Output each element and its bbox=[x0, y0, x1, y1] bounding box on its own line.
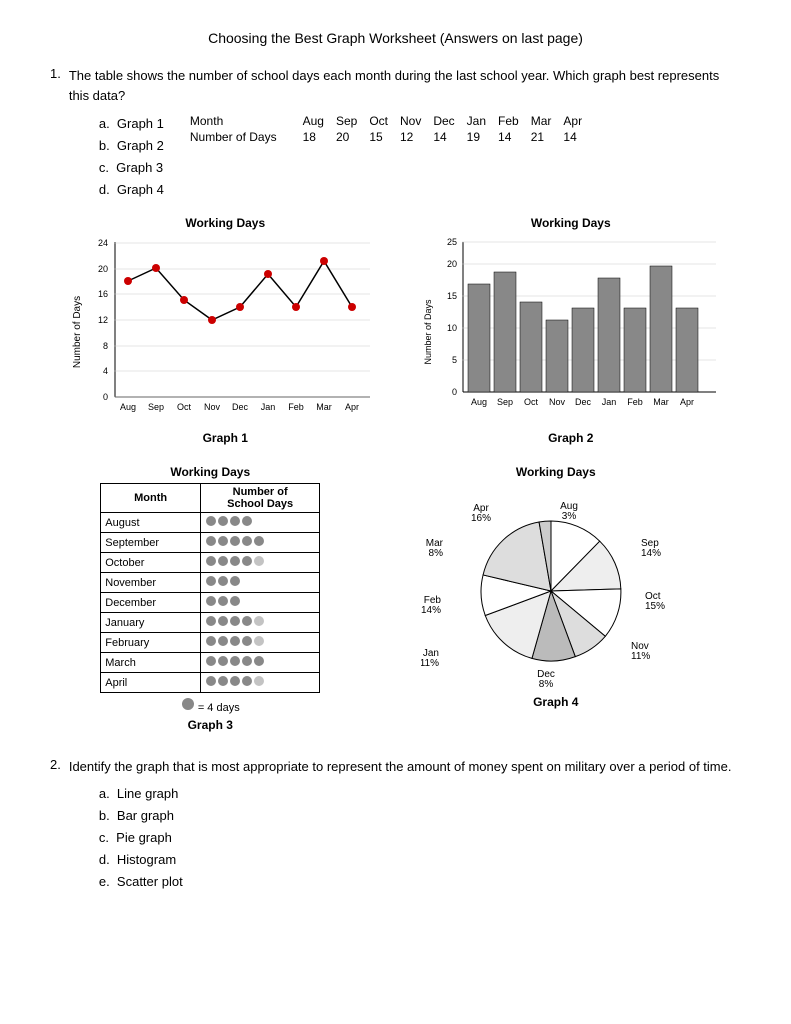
q1-options: a. Graph 1 b. Graph 2 c. Graph 3 d. Grap… bbox=[69, 113, 164, 201]
q1-option-b: b. Graph 2 bbox=[99, 135, 164, 157]
svg-text:12: 12 bbox=[98, 315, 108, 325]
q1-option-a: a. Graph 1 bbox=[99, 113, 164, 135]
svg-text:10: 10 bbox=[447, 323, 457, 333]
svg-text:15: 15 bbox=[447, 291, 457, 301]
svg-text:8%: 8% bbox=[539, 679, 554, 690]
table-row: October bbox=[101, 553, 320, 573]
table-row: March bbox=[101, 653, 320, 673]
data-table: Month AugSepOctNovDecJanFebMarApr Number… bbox=[184, 113, 588, 145]
graph3-table: Month Number ofSchool Days August Septem… bbox=[100, 483, 320, 693]
graph1-svg-wrap: Number of Days 0 4 8 12 16 bbox=[70, 232, 380, 427]
question-1: 1. The table shows the number of school … bbox=[50, 66, 741, 732]
graph3-table-wrap: Month Number ofSchool Days August Septem… bbox=[100, 483, 320, 714]
graph3-title: Working Days bbox=[170, 465, 250, 479]
graphs-row-2: Working Days Month Number ofSchool Days … bbox=[50, 455, 741, 732]
graph2-svg: Number of Days 0 5 10 15 20 25 bbox=[421, 232, 721, 427]
graph4-svg-wrap: Aug 3% Sep 14% Oct 15% Nov 11% Dec 8% Ja… bbox=[421, 481, 691, 691]
question-2: 2. Identify the graph that is most appro… bbox=[50, 757, 741, 893]
svg-text:0: 0 bbox=[452, 387, 457, 397]
table-row: December bbox=[101, 593, 320, 613]
svg-text:20: 20 bbox=[447, 259, 457, 269]
svg-text:11%: 11% bbox=[421, 658, 439, 669]
svg-text:5: 5 bbox=[452, 355, 457, 365]
q1-number: 1. bbox=[50, 66, 61, 81]
graph1-svg: Number of Days 0 4 8 12 16 bbox=[70, 232, 380, 427]
svg-text:20: 20 bbox=[98, 264, 108, 274]
svg-text:8%: 8% bbox=[428, 548, 443, 559]
svg-text:Mar: Mar bbox=[317, 402, 333, 412]
svg-text:Sep: Sep bbox=[148, 402, 164, 412]
q2-options: a. Line graph b. Bar graph c. Pie graph … bbox=[69, 783, 732, 893]
svg-text:Number of Days: Number of Days bbox=[423, 299, 433, 365]
graph2-svg-wrap: Number of Days 0 5 10 15 20 25 bbox=[421, 232, 721, 427]
q2-text: Identify the graph that is most appropri… bbox=[69, 757, 732, 777]
svg-text:Nov: Nov bbox=[204, 402, 221, 412]
svg-text:Jan: Jan bbox=[261, 402, 276, 412]
svg-text:3%: 3% bbox=[562, 511, 577, 522]
svg-text:24: 24 bbox=[98, 238, 108, 248]
graph4-label: Graph 4 bbox=[533, 695, 578, 709]
table-row: August bbox=[101, 513, 320, 533]
svg-text:4: 4 bbox=[103, 366, 108, 376]
svg-text:0: 0 bbox=[103, 392, 108, 402]
svg-text:Oct: Oct bbox=[177, 402, 192, 412]
svg-text:Feb: Feb bbox=[627, 397, 643, 407]
svg-text:14%: 14% bbox=[641, 548, 661, 559]
table-row: April bbox=[101, 673, 320, 693]
graph4-container: Working Days bbox=[421, 465, 691, 709]
table-row: February bbox=[101, 633, 320, 653]
svg-text:14%: 14% bbox=[421, 605, 441, 616]
table-row: September bbox=[101, 533, 320, 553]
svg-text:Oct: Oct bbox=[524, 397, 539, 407]
q1-text: The table shows the number of school day… bbox=[69, 66, 741, 105]
svg-text:Apr: Apr bbox=[345, 402, 359, 412]
svg-text:Dec: Dec bbox=[232, 402, 249, 412]
table-row: January bbox=[101, 613, 320, 633]
q2-option-e: e. Scatter plot bbox=[99, 871, 732, 893]
graph3-col1: Month bbox=[101, 484, 201, 513]
graph2-label: Graph 2 bbox=[548, 431, 593, 445]
svg-text:15%: 15% bbox=[645, 601, 665, 612]
svg-text:Mar: Mar bbox=[653, 397, 669, 407]
q2-number: 2. bbox=[50, 757, 61, 772]
svg-text:Aug: Aug bbox=[120, 402, 136, 412]
svg-text:25: 25 bbox=[447, 237, 457, 247]
q2-option-c: c. Pie graph bbox=[99, 827, 732, 849]
svg-text:Aug: Aug bbox=[471, 397, 487, 407]
svg-text:11%: 11% bbox=[631, 651, 650, 662]
page-title: Choosing the Best Graph Worksheet (Answe… bbox=[50, 30, 741, 46]
svg-text:Feb: Feb bbox=[288, 402, 304, 412]
graph1-container: Working Days Number of Days 0 4 8 bbox=[70, 216, 380, 445]
graph2-container: Working Days Number of Days 0 5 10 15 bbox=[421, 216, 721, 445]
svg-text:Jan: Jan bbox=[601, 397, 616, 407]
q2-option-d: d. Histogram bbox=[99, 849, 732, 871]
q1-option-d: d. Graph 4 bbox=[99, 179, 164, 201]
graph4-svg: Aug 3% Sep 14% Oct 15% Nov 11% Dec 8% Ja… bbox=[421, 481, 691, 691]
svg-text:Dec: Dec bbox=[575, 397, 592, 407]
graphs-row-1: Working Days Number of Days 0 4 8 bbox=[50, 216, 741, 445]
graph3-container: Working Days Month Number ofSchool Days … bbox=[100, 465, 320, 732]
svg-text:8: 8 bbox=[103, 341, 108, 351]
svg-text:Number of Days: Number of Days bbox=[72, 296, 83, 368]
table-row: November bbox=[101, 573, 320, 593]
svg-text:Nov: Nov bbox=[549, 397, 566, 407]
graph2-title: Working Days bbox=[531, 216, 611, 230]
svg-text:16%: 16% bbox=[471, 513, 491, 524]
graph4-title: Working Days bbox=[516, 465, 596, 479]
graph3-col2: Number ofSchool Days bbox=[201, 484, 320, 513]
svg-text:Apr: Apr bbox=[680, 397, 694, 407]
graph1-label: Graph 1 bbox=[203, 431, 248, 445]
q2-option-b: b. Bar graph bbox=[99, 805, 732, 827]
graph1-title: Working Days bbox=[185, 216, 265, 230]
graph3-label: Graph 3 bbox=[188, 718, 233, 732]
q2-option-a: a. Line graph bbox=[99, 783, 732, 805]
svg-text:Sep: Sep bbox=[497, 397, 513, 407]
svg-text:16: 16 bbox=[98, 289, 108, 299]
q1-option-c: c. Graph 3 bbox=[99, 157, 164, 179]
graph3-legend: = 4 days bbox=[100, 697, 320, 714]
